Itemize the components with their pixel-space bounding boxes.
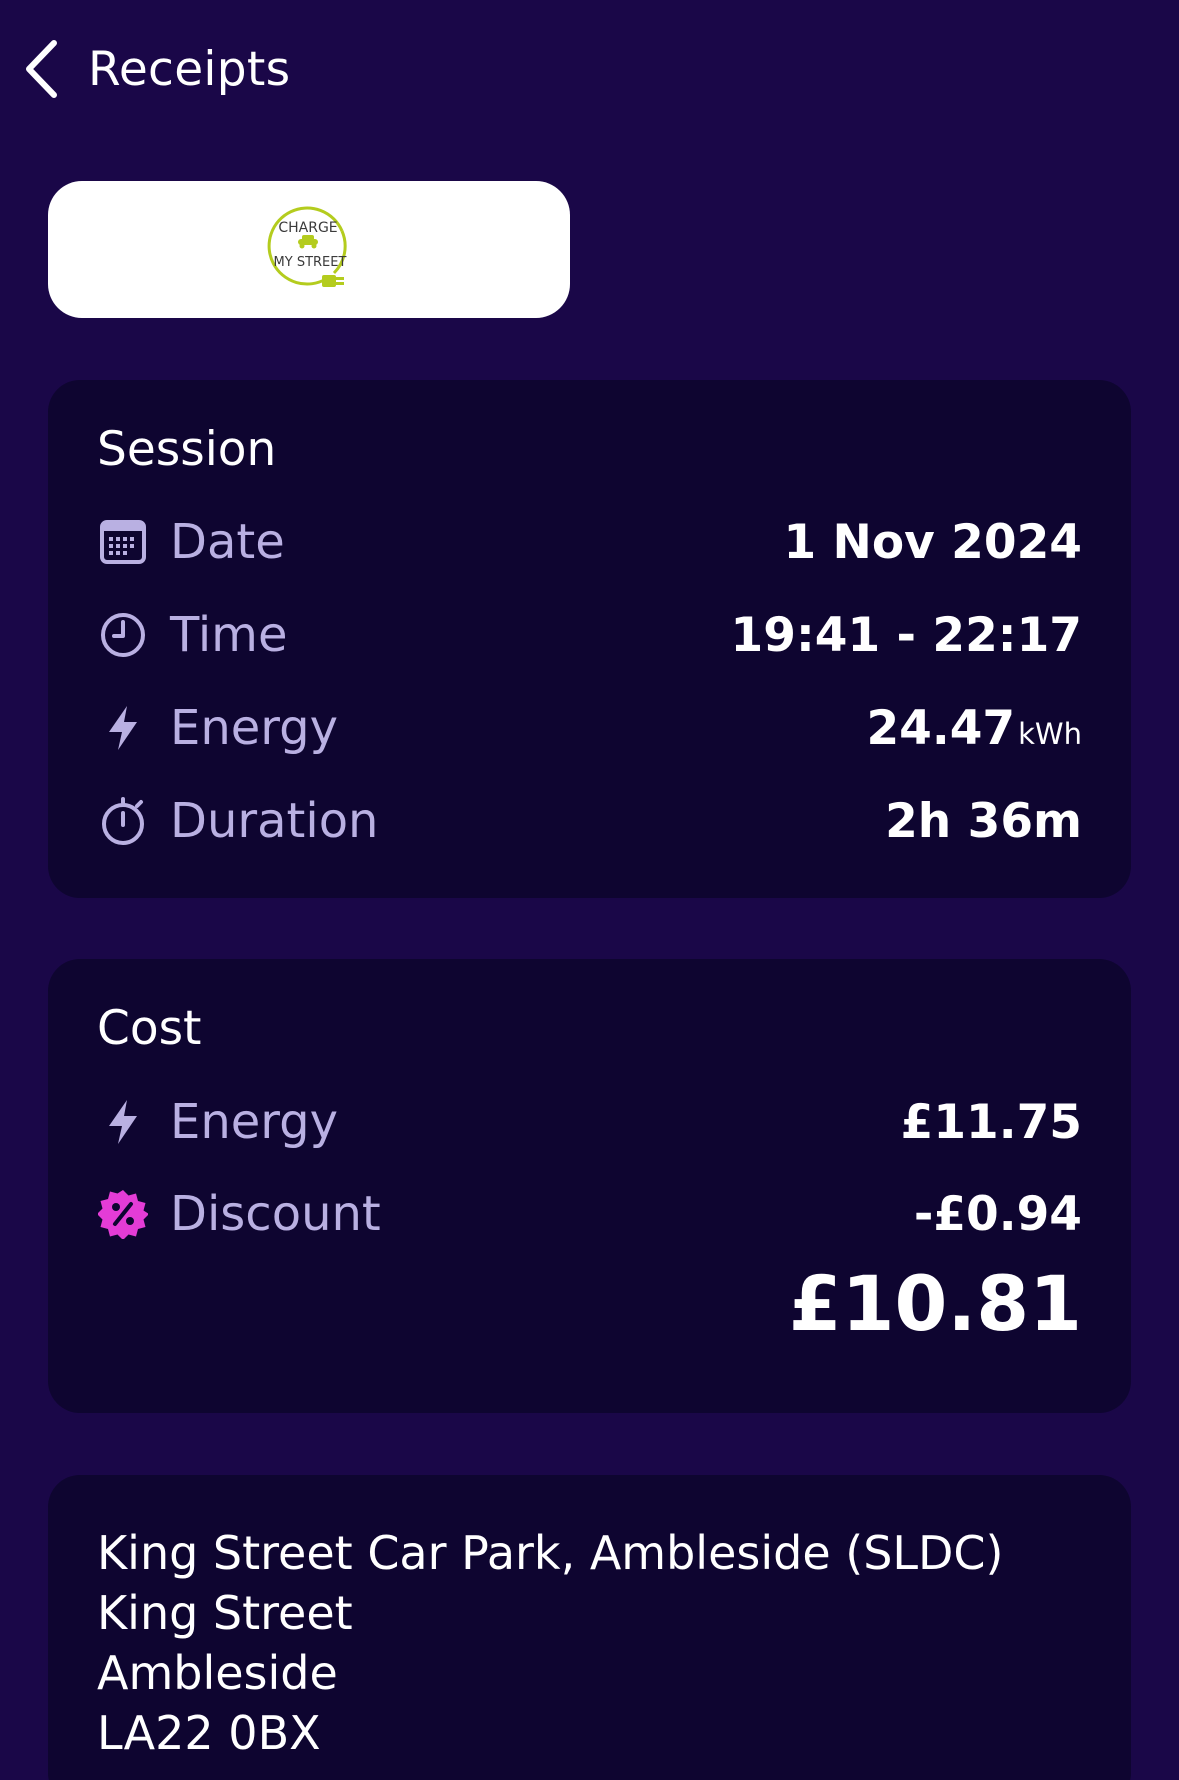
date-value: 1 Nov 2024 xyxy=(783,514,1082,570)
svg-text:MY STREET: MY STREET xyxy=(274,255,347,270)
back-button-label: Receipts xyxy=(88,41,291,97)
session-duration-row: Duration 2h 36m xyxy=(97,786,1082,856)
address-line-street: King Street xyxy=(97,1586,353,1640)
time-value: 19:41 - 22:17 xyxy=(730,607,1082,663)
duration-value: 2h 36m xyxy=(885,793,1082,849)
back-button[interactable]: Receipts xyxy=(24,30,290,108)
duration-label: Duration xyxy=(170,793,379,849)
location-address-card: King Street Car Park, Ambleside (SLDC) K… xyxy=(48,1475,1131,1780)
energy-value: 24.47 kWh xyxy=(866,701,1082,756)
operator-logo-card: CHARGE MY STREET xyxy=(48,181,570,318)
cost-card: Cost Energy £11.75 Discount -£0.94 £10.8… xyxy=(48,959,1131,1413)
discount-badge-icon xyxy=(97,1188,149,1240)
session-time-row: Time 19:41 - 22:17 xyxy=(97,600,1082,670)
cost-discount-row: Discount -£0.94 xyxy=(97,1179,1082,1249)
address-line-site: King Street Car Park, Ambleside (SLDC) xyxy=(97,1526,1004,1580)
time-label: Time xyxy=(170,607,288,663)
cost-energy-value: £11.75 xyxy=(900,1094,1082,1150)
total-cost: £10.81 xyxy=(788,1259,1082,1348)
cost-title: Cost xyxy=(97,1001,202,1056)
cost-energy-row: Energy £11.75 xyxy=(97,1087,1082,1157)
discount-value: -£0.94 xyxy=(913,1186,1082,1242)
receipt-detail-screen: Receipts CHARGE MY STREET Session Date 1… xyxy=(0,0,1179,1780)
session-energy-row: Energy 24.47 kWh xyxy=(97,693,1082,763)
chevron-left-icon xyxy=(24,36,66,102)
energy-label: Energy xyxy=(170,700,339,756)
session-date-row: Date 1 Nov 2024 xyxy=(97,507,1082,577)
calendar-icon xyxy=(97,516,149,568)
energy-unit: kWh xyxy=(1018,716,1082,751)
charge-my-street-logo: CHARGE MY STREET xyxy=(267,206,347,287)
lightning-icon xyxy=(97,1096,149,1148)
discount-label: Discount xyxy=(170,1186,381,1242)
address-block: King Street Car Park, Ambleside (SLDC) K… xyxy=(97,1523,1004,1763)
address-line-town: Ambleside xyxy=(97,1646,338,1700)
session-card: Session Date 1 Nov 2024 Time 19:41 - 22:… xyxy=(48,380,1131,898)
lightning-icon xyxy=(97,702,149,754)
svg-text:CHARGE: CHARGE xyxy=(278,220,337,236)
session-title: Session xyxy=(97,422,277,477)
energy-amount: 24.47 xyxy=(866,700,1016,756)
clock-icon xyxy=(97,609,149,661)
date-label: Date xyxy=(170,514,285,570)
stopwatch-icon xyxy=(97,795,149,847)
cost-energy-label: Energy xyxy=(170,1094,339,1150)
address-line-postcode: LA22 0BX xyxy=(97,1706,321,1760)
